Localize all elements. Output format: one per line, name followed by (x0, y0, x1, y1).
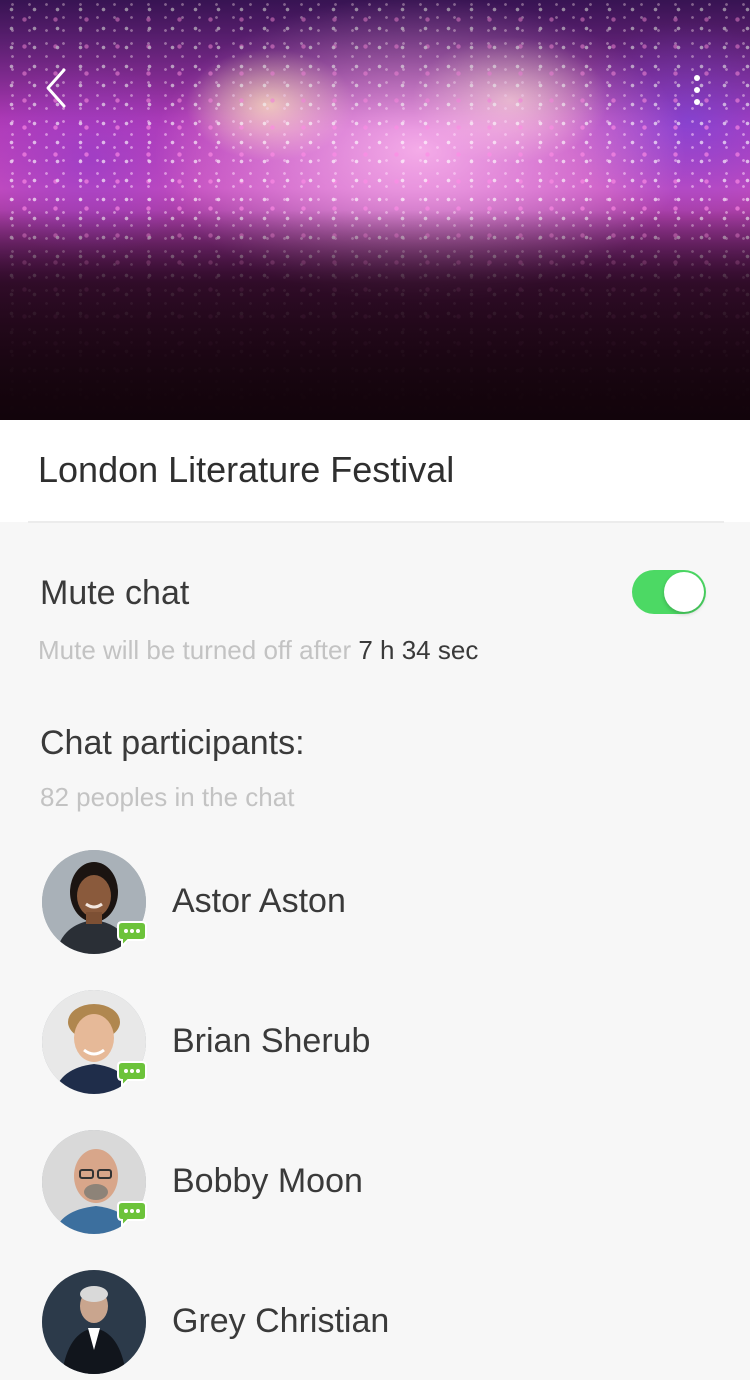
participant-item[interactable]: Grey Christian (0, 1260, 750, 1380)
top-scrim (0, 0, 750, 130)
chat-bubble-icon[interactable] (116, 920, 148, 949)
mute-chat-toggle[interactable] (632, 570, 706, 614)
participant-item[interactable]: Bobby Moon (0, 1120, 750, 1240)
chevron-left-icon (46, 68, 66, 108)
more-options-button[interactable] (676, 70, 718, 118)
participant-item[interactable]: Brian Sherub (0, 980, 750, 1100)
toggle-knob (664, 572, 704, 612)
participant-name: Astor Aston (172, 882, 346, 920)
participants-count: 82 peoples in the chat (40, 782, 295, 812)
participant-item[interactable]: Astor Aston (0, 840, 750, 960)
back-button[interactable] (34, 64, 82, 112)
event-cover-image (0, 0, 750, 420)
mute-chat-label: Mute chat (40, 574, 190, 612)
participants-heading: Chat participants: (40, 724, 305, 762)
chat-bubble-icon[interactable] (116, 1060, 148, 1089)
title-bar: London Literature Festival (0, 420, 750, 522)
mute-note-prefix: Mute will be turned off after (38, 635, 359, 665)
participant-name: Grey Christian (172, 1302, 390, 1340)
crowd-silhouette (0, 210, 750, 420)
participant-name: Bobby Moon (172, 1162, 363, 1200)
divider (28, 521, 724, 523)
avatar (42, 1270, 146, 1374)
mute-remaining-time: 7 h 34 sec (358, 635, 479, 665)
more-vertical-icon (694, 75, 700, 105)
page-title: London Literature Festival (38, 449, 455, 490)
participant-name: Brian Sherub (172, 1022, 371, 1060)
mute-timer-note: Mute will be turned off after 7 h 34 sec (38, 634, 478, 666)
chat-bubble-icon[interactable] (116, 1200, 148, 1229)
